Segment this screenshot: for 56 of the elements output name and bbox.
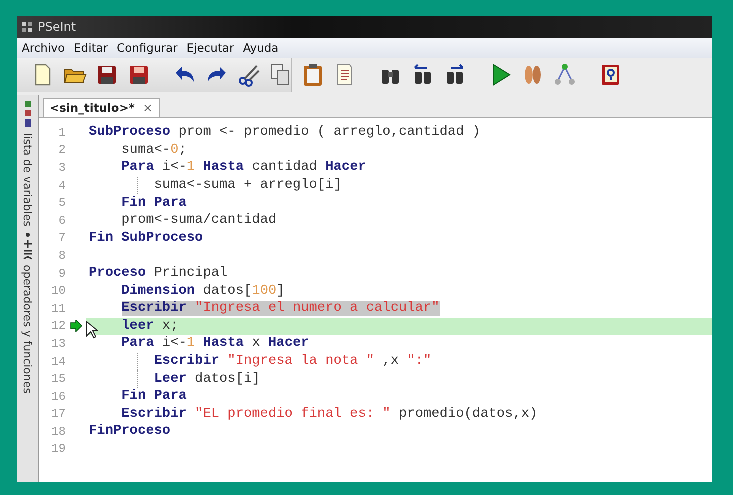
line-number: 19: [50, 442, 66, 456]
code-line: Dimension datos[100]: [122, 284, 285, 299]
code-line: Para i<-1 Hasta x Hacer: [122, 336, 310, 352]
line-number: 16: [50, 390, 66, 404]
line-number: 6: [58, 214, 66, 228]
code-editor[interactable]: [39, 118, 712, 482]
code-line: FinProceso: [89, 424, 171, 440]
line-number: 3: [58, 160, 66, 175]
panel-tab[interactable]: operadores y funciones: [21, 264, 34, 394]
line-number: 13: [50, 336, 66, 351]
tab-label: <sin_titulo>*: [50, 101, 135, 115]
code-line: suma<-0;: [122, 142, 187, 158]
line-number: 10: [50, 284, 66, 298]
menu-item[interactable]: Archivo: [19, 41, 71, 55]
code-line: Fin Para: [122, 389, 187, 404]
menu-item[interactable]: Ayuda: [240, 41, 285, 55]
scissors-icon[interactable]: [237, 63, 261, 87]
menu-item[interactable]: Ejecutar: [184, 41, 240, 55]
code-line: prom<-suma/cantidad: [122, 213, 277, 228]
code-line: Leer datos[i]: [154, 372, 260, 387]
close-icon[interactable]: ×: [142, 102, 154, 114]
app-icon: [21, 21, 33, 33]
line-number: 9: [58, 266, 66, 281]
code-line: Fin SubProceso: [89, 230, 204, 246]
flowchart-icon[interactable]: [553, 63, 577, 87]
mouse-pointer-icon: [86, 320, 98, 339]
code-line: Para i<-1 Hasta cantidad Hacer: [122, 160, 366, 176]
line-number: 5: [58, 196, 66, 210]
code-line: Fin Para: [122, 196, 187, 211]
code-line: suma<-suma + arreglo[i]: [154, 178, 342, 194]
line-number: 14: [50, 354, 66, 369]
save-icon[interactable]: [95, 63, 119, 87]
variables-icon[interactable]: [22, 99, 32, 129]
save-as-icon[interactable]: [127, 63, 151, 87]
code-line: leer x;: [122, 318, 179, 334]
line-number: 12: [50, 319, 66, 334]
line-number: 2: [58, 143, 66, 158]
line-number: 17: [50, 407, 66, 422]
editor-tab[interactable]: <sin_titulo>* ×: [43, 98, 160, 117]
code-line: Escribir "Ingresa la nota " ,x ":": [154, 354, 432, 370]
line-number: 8: [58, 248, 66, 263]
menu-item[interactable]: Editar: [71, 41, 114, 55]
line-number: 18: [50, 424, 66, 439]
line-number: 11: [50, 302, 66, 316]
code-line: Proceso Principal: [89, 266, 228, 282]
operators-icon[interactable]: [22, 230, 32, 261]
code-line: SubProceso prom <- promedio ( arreglo,cantidad ): [89, 125, 481, 140]
window-title: PSeInt: [38, 20, 76, 34]
code-line: Escribir "EL promedio final es: " promedio(datos,x): [122, 406, 538, 422]
panel-tab[interactable]: lista de variables: [21, 133, 34, 227]
line-number: 15: [50, 372, 66, 386]
line-number: 4: [58, 178, 66, 193]
line-number: 7: [58, 231, 66, 246]
clipboard-icon[interactable]: [301, 63, 325, 87]
line-number: 1: [58, 126, 66, 140]
menu-item[interactable]: Configurar: [114, 41, 184, 55]
